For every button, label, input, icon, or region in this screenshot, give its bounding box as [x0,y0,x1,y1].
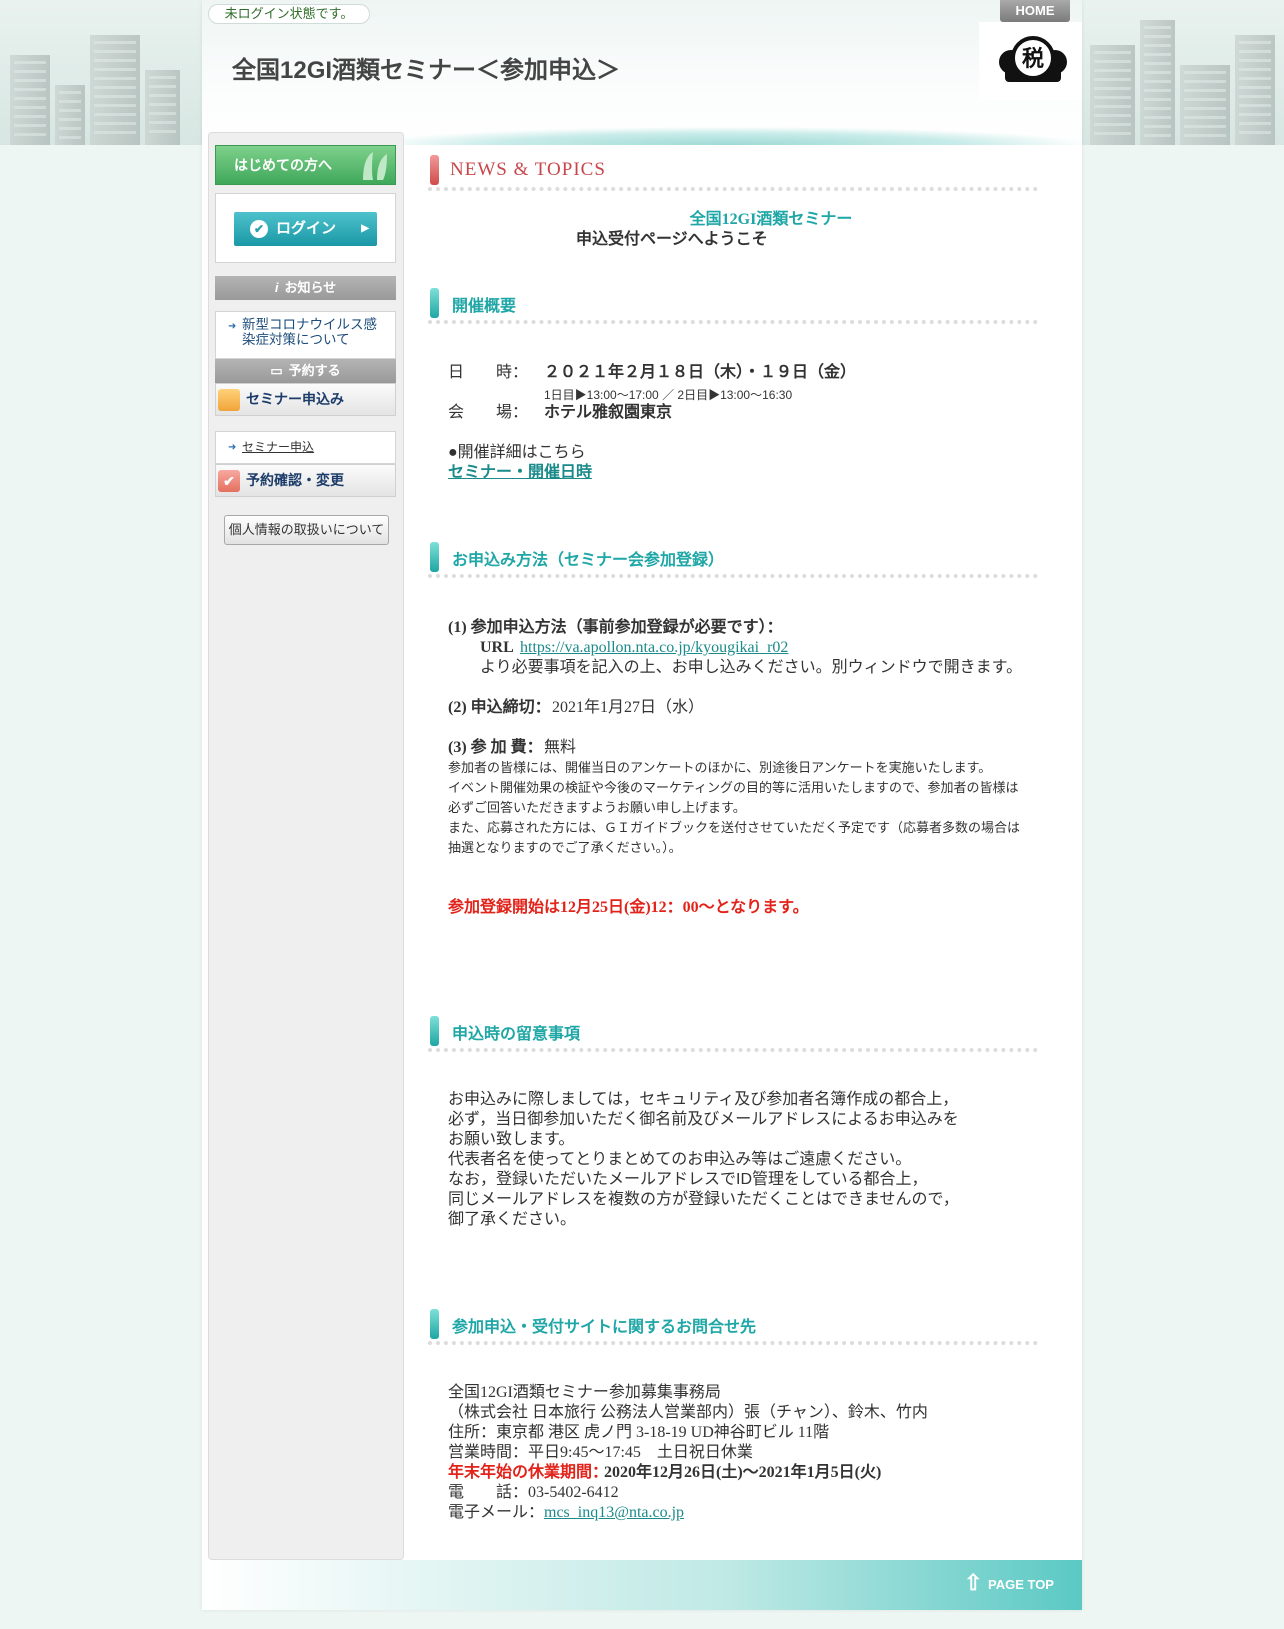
guidebook-note-b: 抽選となりますのでご了承ください。）。 [448,840,682,855]
fee-value: 無料 [544,739,577,756]
bullet-arrow-icon: ➜ [228,321,237,332]
notice-heading: i お知らせ [215,276,396,300]
heading-bar-icon [430,1016,439,1046]
page-title: 全国12GI酒類セミナー＜参加申込＞ [232,57,621,84]
home-button[interactable]: HOME [1000,0,1070,22]
email-label: 電子メール： [448,1504,545,1521]
logo-area: 税 [979,22,1082,100]
time-value: 1日目▶13:00～17:00 ／ 2日目▶13:00～16:30 [544,388,793,402]
overview-heading-label: 開催概要 [452,298,517,315]
contact-heading-label: 参加申込・受付サイトに関するお問合せ先 [452,1319,757,1336]
footer-band [202,1560,1082,1610]
heading-bar-icon [430,288,439,318]
arrow-up-icon: ⇧ [964,1570,983,1595]
caution-line: なお，登録いただいたメールアドレスでID管理をしている都合上， [448,1171,928,1188]
details-link[interactable]: セミナー・開催日時 [448,463,592,483]
monitor-icon: ▭ [270,363,283,378]
privacy-policy-button[interactable]: 個人情報の取扱いについて [224,515,389,545]
first-time-label: はじめての方へ [234,157,332,173]
caution-line: 代表者名を使ってとりまとめてのお申込み等はご遠慮ください。 [448,1151,912,1168]
method-heading: お申込み方法（セミナー会参加登録） [428,538,1038,578]
arrow-right-icon: ▶ [361,223,369,234]
login-box: ✔ ログイン ▶ [215,193,396,263]
logo-text: 税 [1022,46,1044,72]
caution-line: 御了承ください。 [448,1211,577,1228]
confirm-change-menu[interactable]: ✔ 予約確認・変更 [215,464,396,497]
news-topics-heading: NEWS & TOPICS [428,149,1038,191]
method-heading-label: お申込み方法（セミナー会参加登録） [452,552,725,569]
login-status-badge: 未ログイン状態です。 [208,4,370,24]
deadline-label: (2) 申込締切： [448,699,551,716]
registration-start-notice: 参加登録開始は12月25日(金)12：00～となります。 [448,899,809,916]
checkmark-icon: ✔ [218,470,240,492]
page-header: 未ログイン状態です。 全国12GI酒類セミナー＜参加申込＞ HOME 税 [202,0,1082,145]
heading-bar-icon [430,1309,439,1339]
page-top-button[interactable]: ⇧ PAGE TOP [954,1570,1082,1598]
notice-item-label: 新型コロナウイルス感染症対策について [242,317,377,347]
folder-icon [218,389,240,411]
survey-note-2b: 必ずご回答いただきますようお願い申し上げます。 [448,800,746,815]
contact-phone: 電 話：03-5402-6412 [448,1484,619,1501]
info-icon: i [274,280,279,295]
page-top-label: PAGE TOP [988,1577,1054,1592]
reserve-heading: ▭ 予約する [215,359,396,383]
holiday-label: 年末年始の休業期間： [448,1464,609,1481]
guidebook-note-a: また、応募された方には、ＧＩガイドブックを送付させていただく予定です（応募者多数… [448,820,1021,835]
notice-item[interactable]: ➜ 新型コロナウイルス感染症対策について [215,311,396,359]
page-container: 未ログイン状態です。 全国12GI酒類セミナー＜参加申込＞ HOME 税 はじめ… [202,0,1082,1610]
seminar-apply-label: セミナー申込み [246,391,344,407]
fee-label: (3) 参 加 費： [448,739,543,756]
seminar-apply-link-label: セミナー申込 [242,440,315,454]
caution-line: お願い致します。 [448,1131,575,1148]
welcome-subtitle: 申込受付ページへようこそ [576,231,768,248]
survey-note: 参加者の皆様には、開催当日のアンケートのほかに、別途後日アンケートを実施いたしま… [448,760,992,775]
sidebar: はじめての方へ ✔ ログイン ▶ i お知らせ ➜ 新型コロナウイルス感染症対策に… [208,132,404,1560]
check-icon: ✔ [250,220,268,238]
seminar-apply-menu[interactable]: セミナー申込み [215,383,396,416]
contact-office: 全国12GI酒類セミナー参加募集事務局 [448,1384,721,1401]
apply-method-title: (1) 参加申込方法（事前参加登録が必要です）： [448,619,783,636]
login-label: ログイン [276,220,337,237]
contact-hours: 営業時間：平日9:45～17:45 土日祝日休業 [448,1444,753,1461]
contact-company: （株式会社 日本旅行 公務法人営業部内）張（チャン）、鈴木、竹内 [448,1404,928,1421]
caution-line: お申込みに際しましては，セキュリティ及び参加者名簿作成の都合上， [448,1091,959,1108]
venue-value: ホテル雅叙園東京 [544,404,673,421]
email-link[interactable]: mcs_inq13@nta.co.jp [544,1503,684,1523]
notice-heading-label: お知らせ [284,280,337,295]
deadline-value: 2021年1月27日（水） [552,699,705,716]
login-button[interactable]: ✔ ログイン ▶ [234,212,377,246]
first-time-button[interactable]: はじめての方へ [215,145,396,185]
details-text: ●開催詳細はこちら [448,444,586,461]
venue-label: 会 場： [448,404,529,421]
date-value: ２０２１年２月１８日（木）・１９日（金） [544,364,857,381]
caution-line: 必ず，当日御参加いただく御名前及びメールアドレスによるお申込みを [448,1111,959,1128]
news-topics-title: NEWS & TOPICS [450,159,606,180]
contact-address: 住所：東京都 港区 虎ノ門 3-18-19 UD神谷町ビル 11階 [448,1424,830,1441]
holiday-value: 2020年12月26日(土)～2021年1月5日(火) [604,1464,882,1481]
bullet-arrow-icon: ➜ [228,442,237,453]
seminar-apply-link[interactable]: ➜ セミナー申込 [215,431,396,464]
heading-bar-icon [430,542,439,572]
date-label: 日 時： [448,364,529,381]
leaf-icon [363,152,387,180]
tax-logo-icon: 税 [999,36,1067,82]
reserve-heading-label: 予約する [288,363,341,378]
heading-bar-icon [430,155,439,185]
url-label: URL [480,639,514,656]
url-note: より必要事項を記入の上、お申し込みください。別ウィンドウで開きます。 [480,659,1023,676]
caution-heading-label: 申込時の留意事項 [452,1026,581,1043]
overview-heading: 開催概要 [428,284,1038,324]
caution-line: 同じメールアドレスを複数の方が登録いただくことはできませんので， [448,1191,959,1208]
caution-heading: 申込時の留意事項 [428,1012,1038,1052]
survey-note-2a: イベント開催効果の検証や今後のマーケティングの目的等に活用いたしますので、参加者… [448,780,1019,795]
apply-url-link[interactable]: https://va.apollon.nta.co.jp/kyougikai_r… [520,638,788,658]
confirm-change-label: 予約確認・変更 [246,472,344,488]
contact-heading: 参加申込・受付サイトに関するお問合せ先 [428,1305,1038,1345]
